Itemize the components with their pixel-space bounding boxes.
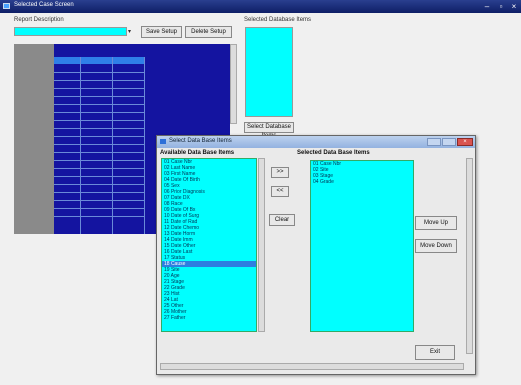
dialog-horizontal-scrollbar[interactable] (160, 363, 464, 370)
select-items-dialog: Select Data Base Items × Available Data … (156, 135, 476, 375)
grid-line (54, 120, 144, 121)
available-items-label: Available Data Base Items (160, 150, 235, 156)
grid-line (54, 184, 144, 185)
minimize-icon[interactable]: – (480, 2, 494, 11)
chevron-down-icon[interactable]: ▾ (128, 28, 131, 35)
grid-line (54, 88, 144, 89)
grid-scrollbar[interactable] (230, 44, 237, 124)
close-icon[interactable]: × (507, 2, 521, 11)
delete-setup-button[interactable]: Delete Setup (185, 26, 232, 38)
dialog-close-icon[interactable]: × (457, 138, 473, 146)
selected-items-label: Selected Data Base Items (297, 150, 370, 156)
grid-line (54, 96, 144, 97)
window-titlebar: Selected Case Screen – ▫ × (0, 0, 521, 13)
clear-button[interactable]: Clear (269, 214, 295, 226)
grid-line (54, 200, 144, 201)
grid-line (54, 208, 144, 209)
grid-column-divider (112, 57, 113, 234)
selected-database-items-list[interactable] (245, 27, 293, 117)
grid-line (54, 216, 144, 217)
move-up-button[interactable]: Move Up (415, 216, 457, 230)
grid-line (54, 152, 144, 153)
grid-line (54, 72, 144, 73)
app-icon (3, 3, 10, 9)
grid-row-headers (14, 44, 54, 234)
grid-line (54, 112, 144, 113)
list-item[interactable]: 27 Father (162, 315, 256, 321)
dialog-titlebar: Select Data Base Items × (157, 136, 475, 148)
exit-button[interactable]: Exit (415, 345, 455, 360)
dialog-minimize-icon[interactable] (427, 138, 441, 146)
maximize-icon[interactable]: ▫ (494, 2, 508, 11)
grid-line (54, 104, 144, 105)
selected-items-list[interactable]: 01 Case Nbr 02 Site 03 Stage 04 Grade (310, 160, 414, 332)
grid-line (54, 192, 144, 193)
window-title: Selected Case Screen (14, 2, 74, 8)
selected-database-items-label: Selected Database Items (244, 17, 312, 23)
grid-column-divider (144, 57, 145, 234)
save-setup-button[interactable]: Save Setup (141, 26, 182, 38)
list-item[interactable]: 04 Grade (311, 179, 413, 185)
available-list-scrollbar[interactable] (258, 158, 265, 332)
dialog-maximize-icon[interactable] (442, 138, 456, 146)
grid-line (54, 176, 144, 177)
report-description-combo[interactable] (14, 27, 127, 36)
grid-line (54, 160, 144, 161)
dialog-app-icon (160, 139, 166, 144)
dialog-title: Select Data Base Items (169, 138, 232, 144)
available-items-list[interactable]: 01 Case Nbr 02 Last Name 03 First Name 04 D… (161, 158, 257, 332)
add-item-button[interactable]: >> (271, 167, 289, 178)
grid-header-row (54, 57, 144, 64)
select-database-items-button[interactable]: Select Database Items (244, 122, 294, 139)
grid-column-divider (80, 57, 81, 234)
grid-line (54, 136, 144, 137)
report-description-label: Report Description (14, 17, 64, 23)
dialog-vertical-scrollbar[interactable] (466, 158, 473, 354)
grid-line (54, 128, 144, 129)
move-down-button[interactable]: Move Down (415, 239, 457, 253)
grid-line (54, 80, 144, 81)
grid-line (54, 144, 144, 145)
remove-item-button[interactable]: << (271, 186, 289, 197)
grid-line (54, 168, 144, 169)
